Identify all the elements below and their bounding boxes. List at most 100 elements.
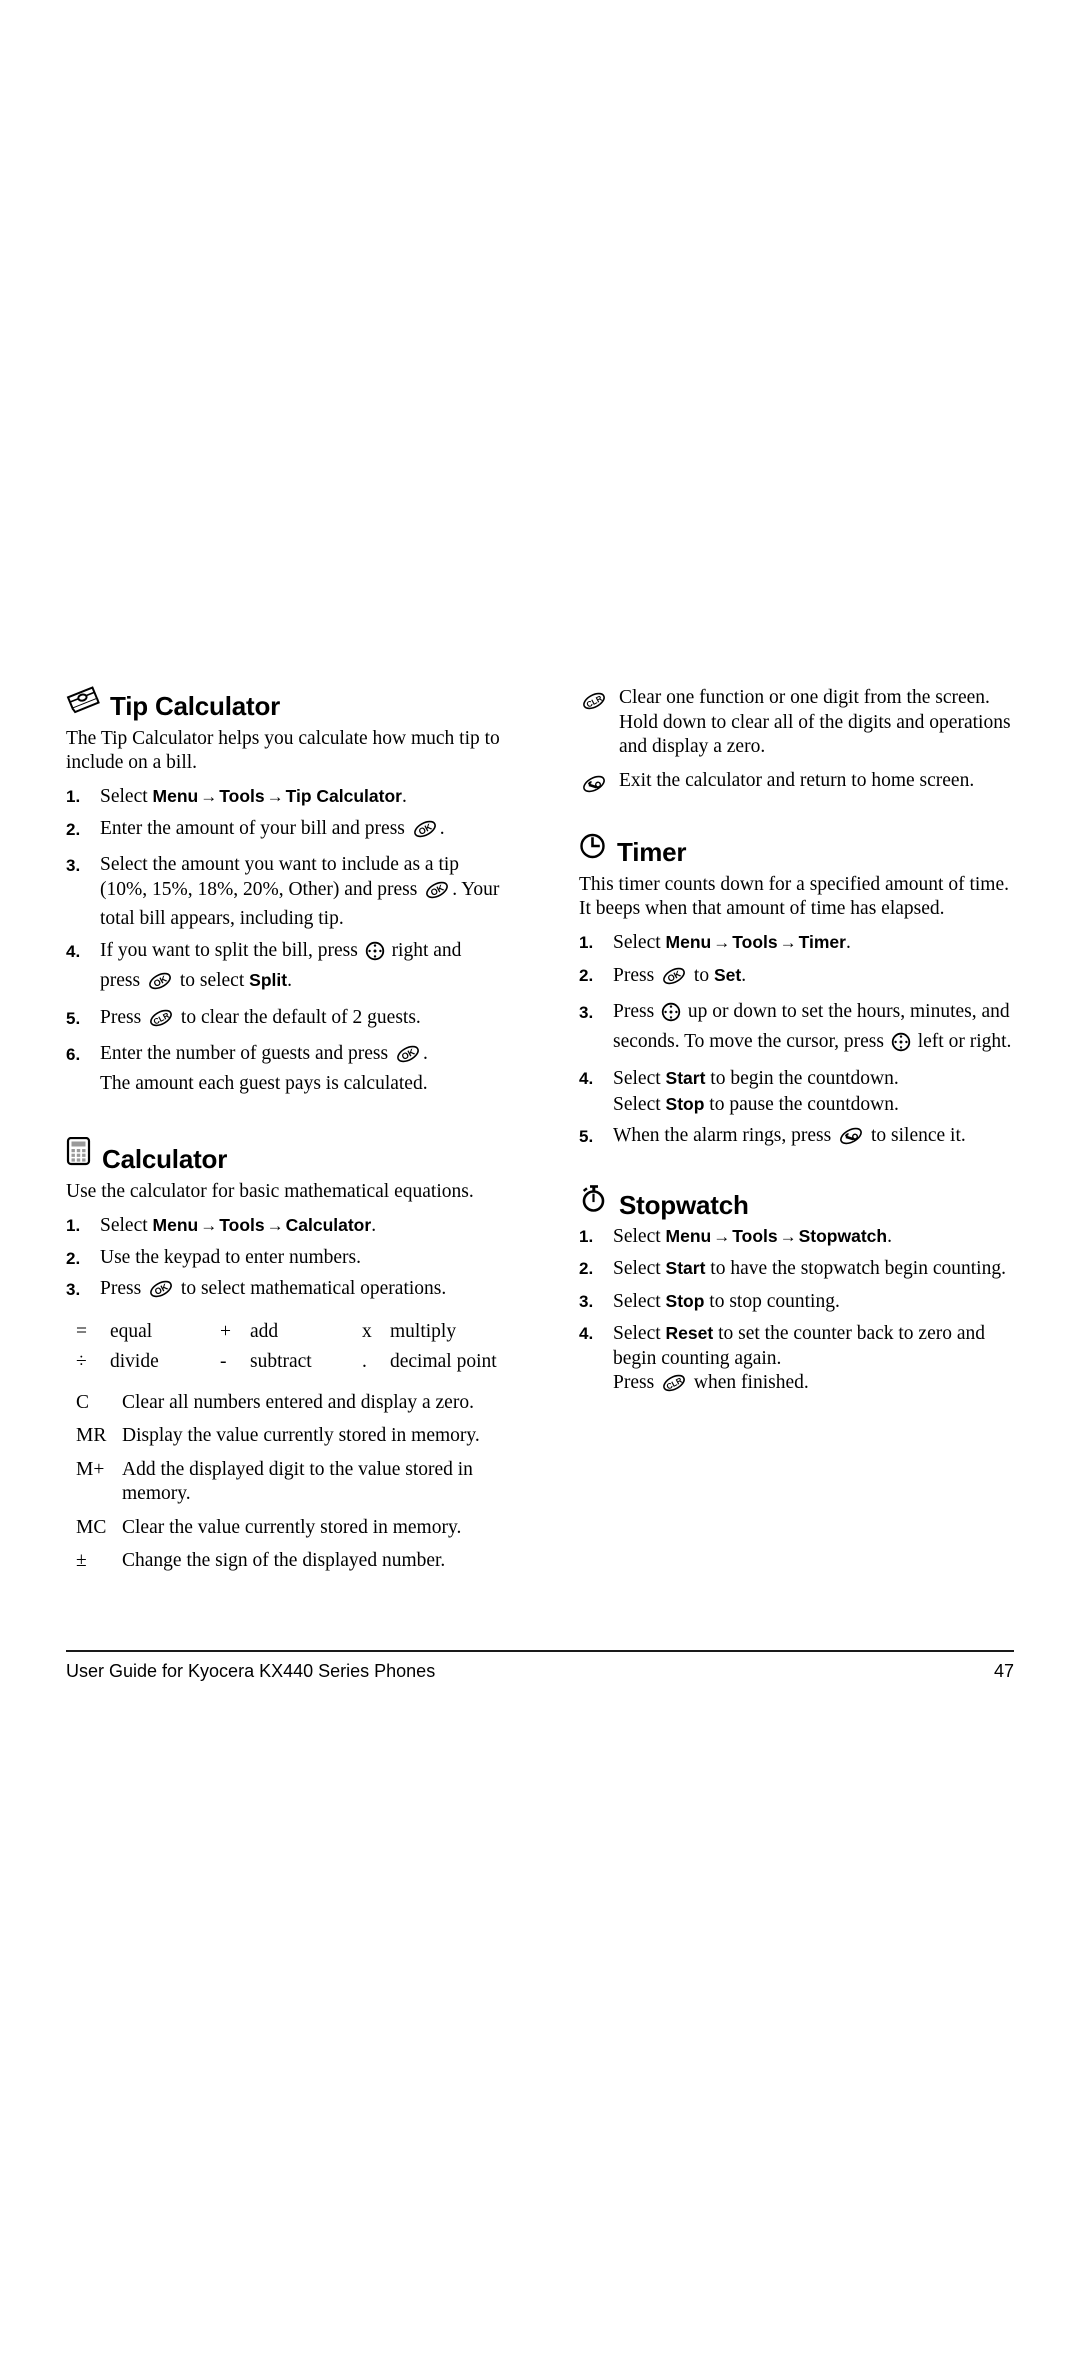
step-number: 2. — [66, 1248, 81, 1268]
section-title: Tip Calculator — [110, 691, 281, 721]
step-text: Press — [100, 1278, 147, 1299]
calculator-icon — [66, 1136, 92, 1172]
step-item: 3. Select the amount you want to include … — [66, 853, 501, 932]
timer-heading: Timer — [579, 832, 1014, 865]
end-call-key-icon — [838, 1126, 864, 1154]
ui-label: Menu — [665, 1225, 712, 1246]
operation-label: equal — [110, 1320, 153, 1342]
step-item: 3. Press OK to select mathematical operat… — [66, 1277, 501, 1307]
ui-label: Timer — [798, 932, 846, 952]
ui-label: Set — [713, 964, 742, 985]
step-text: Select — [100, 786, 153, 807]
memory-function-description: Display the value currently stored in me… — [122, 1425, 480, 1446]
ui-label: Menu — [152, 786, 199, 806]
memory-function-description: Add the displayed digit to the value sto… — [122, 1458, 473, 1505]
step-text: to select mathematical operations. — [176, 1278, 447, 1299]
clr-key-icon: CLR — [661, 1373, 687, 1401]
ui-label: Tip Calculator — [285, 786, 402, 806]
step-text: Select — [613, 1225, 666, 1247]
section-title: Timer — [617, 837, 687, 867]
step-number: 4. — [579, 1069, 594, 1088]
step-text: Press — [613, 1372, 660, 1393]
memory-function-row: MC Clear the value currently stored in me… — [76, 1516, 501, 1541]
ui-label: Reset — [665, 1323, 714, 1343]
operation-label: decimal point — [390, 1350, 497, 1372]
memory-function-description: Change the sign of the displayed number. — [122, 1550, 446, 1571]
ui-label: Start — [665, 1068, 706, 1088]
step-item: 4. Select Start to begin the countdown. Se… — [579, 1066, 1014, 1117]
step-text: Select — [613, 1068, 666, 1089]
step-text: . — [401, 786, 407, 807]
operation-symbol: ÷ — [76, 1350, 87, 1372]
clr-key-icon: CLR — [581, 691, 607, 719]
ui-label: Calculator — [285, 1215, 372, 1235]
step-text: when finished. — [689, 1372, 809, 1393]
calculator-operations-table: = equal + add x multiply ÷ divide - subtract. deci… — [76, 1317, 501, 1377]
step-number: 4. — [66, 941, 81, 961]
stopwatch-icon — [579, 1183, 609, 1218]
memory-function-description: Clear the value currently stored in memo… — [122, 1516, 462, 1538]
memory-function-row: ± Change the sign of the displayed number… — [76, 1549, 501, 1574]
navigation-key-icon — [661, 1002, 681, 1030]
page-content: Tip Calculator The Tip Calculator helps … — [66, 686, 1014, 1583]
memory-function-key: C — [76, 1391, 90, 1413]
navigation-key-icon — [891, 1032, 911, 1060]
right-column: CLR Clear one function or one digit from … — [579, 686, 1014, 1583]
two-column-layout: Tip Calculator The Tip Calculator helps … — [66, 686, 1014, 1583]
memory-function-key: MR — [76, 1425, 107, 1446]
left-column: Tip Calculator The Tip Calculator helps … — [66, 686, 501, 1583]
step-item: 3. Select Stop to stop counting. — [579, 1289, 1014, 1315]
ui-label: Start — [665, 1258, 706, 1278]
step-text: Press — [100, 1006, 147, 1028]
step-number: 6. — [66, 1045, 81, 1064]
key-definition-description: Clear one function or one digit from the… — [619, 687, 1011, 757]
step-number: 2. — [579, 1259, 594, 1278]
memory-function-row: C Clear all numbers entered and display a… — [76, 1391, 501, 1416]
operation-symbol: x — [362, 1320, 372, 1342]
step-item: 3. Press up or down to set the hours, min… — [579, 1000, 1014, 1059]
step-number: 2. — [66, 819, 81, 839]
step-extra-line: Press CLR when finished. — [613, 1371, 1014, 1401]
operation-symbol: = — [76, 1320, 87, 1342]
step-text: Enter the amount of your bill and press — [100, 817, 410, 839]
step-item: 4. Select Reset to set the counter back t… — [579, 1321, 1014, 1401]
key-definition-row: CLR Clear one function or one digit from … — [579, 686, 1014, 760]
arrow-icon: → — [266, 1216, 284, 1235]
step-text: . — [741, 964, 747, 986]
step-text: to silence it. — [866, 1125, 966, 1146]
step-extra-line: Select Stop to pause the countdown. — [613, 1092, 1014, 1118]
step-text: Select the amount you want to include as… — [100, 854, 460, 900]
step-item: 1. Select Menu → Tools → Stopwatch. — [579, 1224, 1014, 1250]
step-text: to — [689, 964, 714, 986]
ok-key-icon: OK — [424, 880, 450, 908]
step-text: Use the keypad to enter numbers. — [100, 1246, 362, 1268]
calculator-steps: 1. Select Menu → Tools → Calculator. 2. Use the… — [66, 1213, 501, 1307]
step-item: 1. Select Menu → Tools → Calculator. — [66, 1213, 501, 1239]
step-item: 1. Select Menu → Tools → Timer. — [579, 930, 1014, 956]
step-text: . — [439, 817, 445, 839]
step-text: . — [422, 1043, 428, 1064]
operation-label: subtract — [250, 1350, 312, 1372]
step-number: 5. — [579, 1127, 594, 1146]
step-text: to select — [174, 970, 250, 991]
navigation-key-icon — [365, 941, 385, 969]
stopwatch-heading: Stopwatch — [579, 1183, 1014, 1218]
key-definitions-list: CLR Clear one function or one digit from … — [579, 686, 1014, 801]
ui-label: Stop — [665, 1290, 705, 1311]
calculator-memory-table: C Clear all numbers entered and display a… — [76, 1391, 501, 1574]
step-text: Enter the number of guests and press — [100, 1043, 393, 1064]
timer-intro: This timer counts down for a specified a… — [579, 874, 1009, 919]
step-number: 1. — [579, 933, 594, 952]
operation-symbol: . — [362, 1350, 367, 1372]
step-text: to stop counting. — [704, 1290, 840, 1312]
tip-calculator-intro: The Tip Calculator helps you calculate h… — [66, 728, 500, 773]
step-item: 6. Enter the number of guests and press O… — [66, 1042, 501, 1096]
arrow-icon: → — [200, 787, 218, 806]
ui-label: Tools — [732, 1225, 778, 1246]
step-item: 2. Select Start to have the stopwatch beg… — [579, 1256, 1014, 1282]
arrow-icon: → — [713, 933, 731, 952]
clr-key-icon: CLR — [148, 1008, 174, 1036]
step-number: 2. — [579, 965, 594, 985]
arrow-icon: → — [200, 1216, 218, 1235]
operation-label: multiply — [390, 1320, 457, 1342]
